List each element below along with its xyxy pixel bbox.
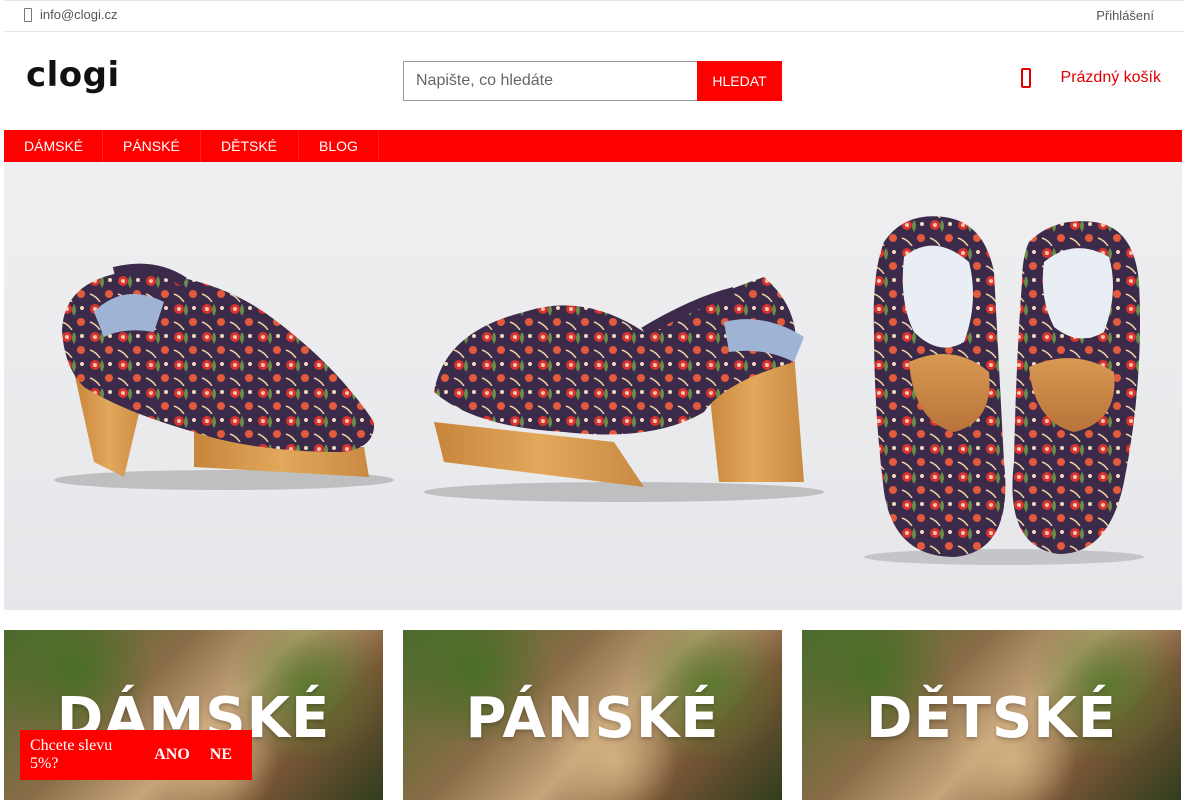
- contact-email[interactable]: info@clogi.cz: [24, 7, 118, 22]
- hero-banner[interactable]: [4, 162, 1182, 610]
- nav-item-detske[interactable]: DĚTSKÉ: [201, 130, 299, 162]
- search-input[interactable]: [403, 61, 697, 101]
- discount-popup: Chcete slevu 5%? ANO NE: [20, 730, 252, 780]
- tile-panske[interactable]: PÁNSKÉ: [403, 630, 782, 800]
- cart[interactable]: Prázdný košík: [1020, 68, 1161, 88]
- tile-title: DĚTSKÉ: [866, 686, 1117, 751]
- main-nav: DÁMSKÉ PÁNSKÉ DĚTSKÉ BLOG: [4, 130, 1182, 162]
- discount-no-button[interactable]: NE: [210, 746, 232, 764]
- discount-question: Chcete slevu 5%?: [30, 737, 113, 772]
- logo[interactable]: clogi: [26, 55, 120, 95]
- discount-yes-button[interactable]: ANO: [154, 746, 190, 764]
- nav-item-panske[interactable]: PÁNSKÉ: [103, 130, 201, 162]
- shopping-bag-icon: [1020, 68, 1031, 88]
- search-form: HLEDAT: [403, 61, 782, 101]
- search-button[interactable]: HLEDAT: [697, 61, 782, 101]
- nav-item-blog[interactable]: BLOG: [299, 130, 379, 162]
- tile-title: PÁNSKÉ: [465, 686, 720, 751]
- envelope-icon: [24, 7, 32, 22]
- tile-detske[interactable]: DĚTSKÉ: [802, 630, 1181, 800]
- cart-label[interactable]: Prázdný košík: [1061, 69, 1161, 87]
- hero-clogs-image: [54, 216, 1144, 565]
- email-text[interactable]: info@clogi.cz: [40, 7, 118, 22]
- header: clogi HLEDAT Prázdný košík: [4, 32, 1185, 130]
- login-link[interactable]: Přihlášení: [1096, 8, 1154, 23]
- nav-item-damske[interactable]: DÁMSKÉ: [4, 130, 103, 162]
- top-bar: info@clogi.cz Přihlášení: [4, 0, 1185, 32]
